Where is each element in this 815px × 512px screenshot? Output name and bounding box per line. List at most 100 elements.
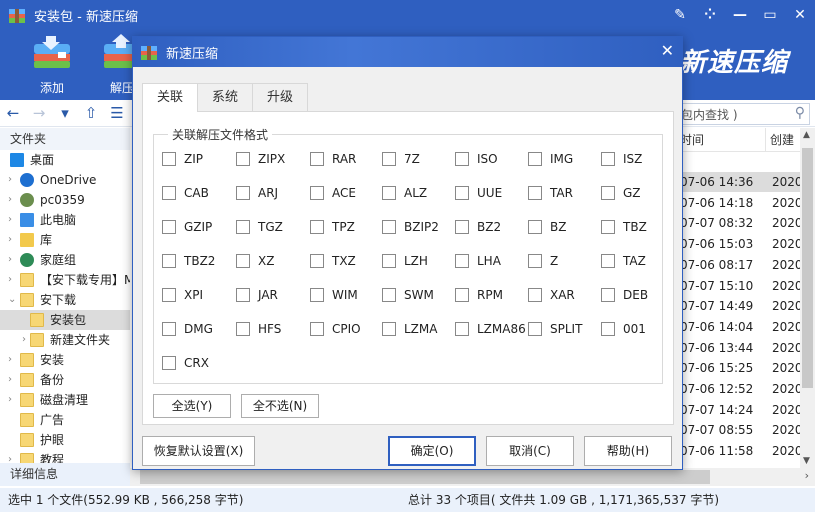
collapsed-chevron-icon[interactable]: › <box>8 390 18 410</box>
format-checkbox-jar[interactable]: JAR <box>236 287 278 303</box>
checkbox-box[interactable] <box>601 254 615 268</box>
tree-item[interactable]: › 新建文件夹 <box>0 330 130 350</box>
format-checkbox-xar[interactable]: XAR <box>528 287 575 303</box>
collapsed-chevron-icon[interactable]: › <box>8 210 18 230</box>
format-checkbox-zipx[interactable]: ZIPX <box>236 151 285 167</box>
format-checkbox-zip[interactable]: ZIP <box>162 151 203 167</box>
format-checkbox-lha[interactable]: LHA <box>455 253 501 269</box>
checkbox-box[interactable] <box>528 152 542 166</box>
collapsed-chevron-icon[interactable]: › <box>8 190 18 210</box>
file-row[interactable]: 07-07 14:49 2020 <box>676 296 803 316</box>
tree-item[interactable]: › 磁盘清理 <box>0 390 130 410</box>
checkbox-box[interactable] <box>162 356 176 370</box>
file-row[interactable]: 07-06 14:04 2020 <box>676 317 803 337</box>
checkbox-box[interactable] <box>601 152 615 166</box>
tree-item[interactable]: › 此电脑 <box>0 210 130 230</box>
ok-button[interactable]: 确定(O) <box>388 436 476 466</box>
collapsed-chevron-icon[interactable]: › <box>8 370 18 390</box>
checkbox-box[interactable] <box>310 322 324 336</box>
back-icon[interactable]: ← <box>0 104 26 122</box>
format-checkbox-bz[interactable]: BZ <box>528 219 566 235</box>
tab-upgrade[interactable]: 升级 <box>252 83 309 111</box>
horizontal-scroll-thumb[interactable] <box>140 470 710 484</box>
format-checkbox-uue[interactable]: UUE <box>455 185 502 201</box>
format-checkbox-swm[interactable]: SWM <box>382 287 434 303</box>
expanded-chevron-icon[interactable]: ⌄ <box>8 290 18 310</box>
collapsed-chevron-icon[interactable]: › <box>8 250 18 270</box>
format-checkbox-lzh[interactable]: LZH <box>382 253 428 269</box>
format-checkbox-xpi[interactable]: XPI <box>162 287 203 303</box>
format-checkbox-tbz[interactable]: TBZ <box>601 219 647 235</box>
format-checkbox-gzip[interactable]: GZIP <box>162 219 212 235</box>
grid-icon[interactable]: ⁘ <box>695 7 725 23</box>
checkbox-box[interactable] <box>601 288 615 302</box>
checkbox-box[interactable] <box>236 186 250 200</box>
checkbox-box[interactable] <box>528 288 542 302</box>
format-checkbox-rar[interactable]: RAR <box>310 151 356 167</box>
tree-item[interactable]: › 家庭组 <box>0 250 130 270</box>
checkbox-box[interactable] <box>236 288 250 302</box>
format-checkbox-ace[interactable]: ACE <box>310 185 356 201</box>
format-checkbox-bz2[interactable]: BZ2 <box>455 219 501 235</box>
dialog-close-icon[interactable]: ✕ <box>661 41 674 60</box>
file-row[interactable]: 07-06 12:52 2020 <box>676 379 803 399</box>
file-row[interactable]: 07-07 08:32 2020 <box>676 213 803 233</box>
collapsed-chevron-icon[interactable]: › <box>8 170 18 190</box>
checkbox-box[interactable] <box>310 220 324 234</box>
checkbox-box[interactable] <box>162 254 176 268</box>
collapsed-chevron-icon[interactable]: › <box>8 270 18 290</box>
format-checkbox-z[interactable]: Z <box>528 253 558 269</box>
history-dropdown-icon[interactable]: ▾ <box>52 104 78 122</box>
file-row[interactable]: 07-07 14:24 2020 <box>676 400 803 420</box>
checkbox-box[interactable] <box>528 220 542 234</box>
cancel-button[interactable]: 取消(C) <box>486 436 574 466</box>
format-checkbox-txz[interactable]: TXZ <box>310 253 356 269</box>
restore-defaults-button[interactable]: 恢复默认设置(X) <box>142 436 255 466</box>
tree-item[interactable]: › 备份 <box>0 370 130 390</box>
tree-item[interactable]: 广告 <box>0 410 130 430</box>
format-checkbox-hfs[interactable]: HFS <box>236 321 281 337</box>
close-icon[interactable]: ✕ <box>785 7 815 23</box>
checkbox-box[interactable] <box>382 186 396 200</box>
checkbox-box[interactable] <box>236 322 250 336</box>
up-folder-icon[interactable]: ⇧ <box>78 104 104 122</box>
tree-item[interactable]: › 【安下载专用】M <box>0 270 130 290</box>
checkbox-box[interactable] <box>455 220 469 234</box>
checkbox-box[interactable] <box>382 220 396 234</box>
checkbox-box[interactable] <box>601 186 615 200</box>
horizontal-scrollbar[interactable]: › <box>130 468 815 486</box>
checkbox-box[interactable] <box>162 288 176 302</box>
scroll-down-icon[interactable]: ▼ <box>803 456 810 466</box>
edit-icon[interactable]: ✎ <box>665 7 695 23</box>
tree-item[interactable]: › OneDrive <box>0 170 130 190</box>
checkbox-box[interactable] <box>382 322 396 336</box>
file-row[interactable]: 07-06 15:03 2020 <box>676 234 803 254</box>
tab-system[interactable]: 系统 <box>197 83 254 111</box>
file-row[interactable]: 07-06 14:18 2020 <box>676 193 803 213</box>
search-icon[interactable]: ⚲ <box>795 105 805 121</box>
checkbox-box[interactable] <box>455 288 469 302</box>
file-row[interactable]: 07-07 15:10 2020 <box>676 276 803 296</box>
format-checkbox-001[interactable]: 001 <box>601 321 646 337</box>
scroll-right-icon[interactable]: › <box>805 469 809 482</box>
format-checkbox-lzma86[interactable]: LZMA86 <box>455 321 526 337</box>
format-checkbox-rpm[interactable]: RPM <box>455 287 503 303</box>
format-checkbox-tbz2[interactable]: TBZ2 <box>162 253 215 269</box>
tree-item[interactable]: 安装包 <box>0 310 130 330</box>
file-row[interactable]: 07-06 15:25 2020 <box>676 358 803 378</box>
checkbox-box[interactable] <box>162 322 176 336</box>
maximize-icon[interactable]: ▭ <box>755 7 785 23</box>
format-checkbox-arj[interactable]: ARJ <box>236 185 278 201</box>
format-checkbox-iso[interactable]: ISO <box>455 151 498 167</box>
tab-association[interactable]: 关联 <box>142 83 199 112</box>
select-none-button[interactable]: 全不选(N) <box>241 394 319 418</box>
file-row[interactable]: 07-06 08:17 2020 <box>676 255 803 275</box>
format-checkbox-xz[interactable]: XZ <box>236 253 274 269</box>
checkbox-box[interactable] <box>601 322 615 336</box>
file-row[interactable]: 07-06 14:36 2020 <box>676 172 803 192</box>
column-header-modified[interactable]: 时间 <box>676 128 766 152</box>
tree-item[interactable]: › 库 <box>0 230 130 250</box>
format-checkbox-gz[interactable]: GZ <box>601 185 641 201</box>
checkbox-box[interactable] <box>528 322 542 336</box>
checkbox-box[interactable] <box>601 220 615 234</box>
